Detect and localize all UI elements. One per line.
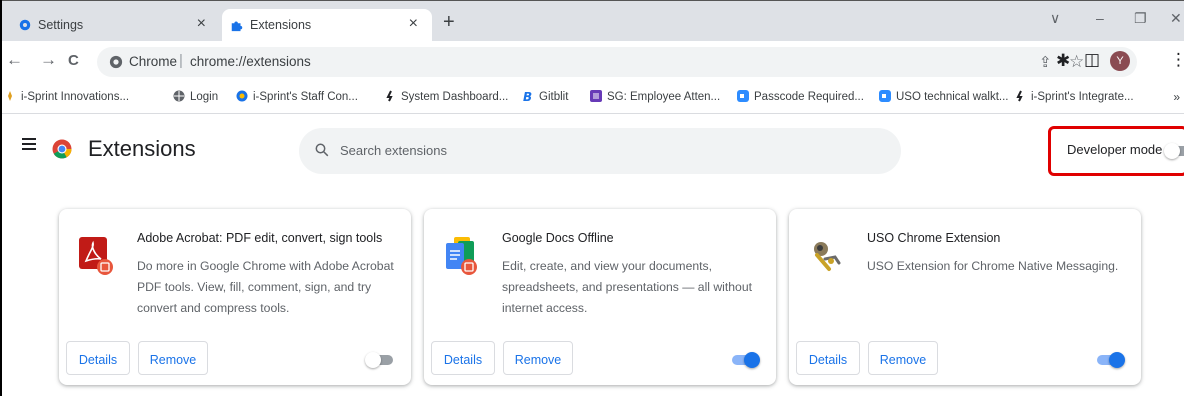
bookmark-label: i-Sprint's Integrate... [1031, 91, 1134, 103]
minimize-button[interactable]: – [1096, 10, 1104, 26]
bookmark-gitblit[interactable]: B Gitblit [522, 90, 568, 103]
extension-name: USO Chrome Extension [867, 231, 1001, 245]
developer-mode-highlight: Developer mode [1048, 126, 1184, 176]
window-left-border [0, 0, 2, 396]
extension-name: Google Docs Offline [502, 231, 614, 245]
tab-extensions[interactable]: Extensions × [222, 9, 432, 41]
search-icon [315, 143, 329, 157]
tab-search-icon[interactable]: ∨ [1050, 10, 1060, 27]
jira-runner-icon [1016, 90, 1023, 102]
gitblit-icon: B [523, 90, 532, 102]
globe-icon [173, 90, 185, 102]
details-button[interactable]: Details [66, 341, 130, 375]
tab-strip: Settings × Extensions × + ∨ – ❐ ✕ [2, 1, 1184, 41]
extension-enable-toggle[interactable] [1095, 352, 1125, 368]
extension-description: USO Extension for Chrome Native Messagin… [867, 259, 1119, 273]
chrome-logo-icon [52, 139, 72, 159]
svg-text:B: B [523, 90, 532, 102]
acrobat-icon [79, 237, 113, 275]
bookmark-login[interactable]: Login [173, 90, 218, 103]
zoom-icon [737, 90, 749, 102]
remove-button[interactable]: Remove [138, 341, 208, 375]
new-tab-button[interactable]: + [443, 12, 455, 32]
profile-avatar[interactable]: Y [1110, 51, 1130, 71]
address-bar[interactable]: Chrome | chrome://extensions ⇪ ☆ [97, 47, 1137, 77]
share-icon[interactable]: ⇪ [1039, 53, 1052, 71]
bookmark-label: Passcode Required... [754, 91, 864, 103]
page-title: Extensions [88, 136, 196, 161]
search-extensions-input[interactable]: Search extensions [299, 128, 901, 174]
bookmark-passcode-required[interactable]: Passcode Required... [737, 90, 864, 103]
bookmark-staff-con[interactable]: i-Sprint's Staff Con... [236, 90, 358, 103]
browser-toolbar: ← → C Chrome | chrome://extensions ⇪ ☆ ✱… [2, 41, 1184, 83]
extensions-header: Extensions Search extensions Developer m… [2, 114, 1184, 192]
bookmark-label: i-Sprint Innovations... [21, 91, 130, 103]
extension-description: Edit, create, and view your documents, s… [502, 259, 752, 315]
chrome-menu-icon[interactable]: ⋮ [1170, 50, 1184, 70]
chrome-site-icon [109, 55, 123, 69]
close-window-button[interactable]: ✕ [1170, 10, 1182, 27]
extension-enable-toggle[interactable] [365, 352, 395, 368]
back-button[interactable]: ← [6, 50, 23, 70]
hamburger-menu-icon[interactable] [22, 138, 36, 153]
bookmark-isprint-innovations[interactable]: i-Sprint Innovations... [4, 90, 129, 103]
extension-description: Do more in Google Chrome with Adobe Acro… [137, 259, 394, 315]
extensions-puzzle-icon[interactable]: ✱ [1056, 51, 1070, 71]
tab-settings-close-icon[interactable]: × [197, 15, 206, 33]
address-site-label: Chrome [129, 54, 178, 69]
bookmark-employee-attendance[interactable]: SG: Employee Atten... [590, 90, 720, 103]
remove-button[interactable]: Remove [503, 341, 573, 375]
details-button[interactable]: Details [796, 341, 860, 375]
bookmark-label: System Dashboard... [401, 91, 509, 103]
puzzle-icon [231, 21, 243, 32]
details-button[interactable]: Details [431, 341, 495, 375]
address-separator: | [179, 52, 183, 69]
form-icon [590, 90, 602, 102]
restore-button[interactable]: ❐ [1134, 10, 1147, 27]
bookmark-label: Gitblit [539, 91, 569, 103]
uso-extension-icon [814, 242, 841, 271]
zoom-icon [879, 90, 891, 102]
bookmark-isprint-integrate[interactable]: i-Sprint's Integrate... [1014, 90, 1134, 103]
extension-name: Adobe Acrobat: PDF edit, convert, sign t… [137, 231, 383, 245]
bookmark-uso-technical-walkthrough[interactable]: USO technical walkt... [879, 90, 1008, 103]
extension-card-google-docs-offline: Google Docs Offline Edit, create, and vi… [424, 209, 776, 385]
bookmark-label: i-Sprint's Staff Con... [253, 91, 358, 103]
developer-mode-toggle[interactable] [1164, 143, 1184, 159]
extension-card-adobe-acrobat: Adobe Acrobat: PDF edit, convert, sign t… [59, 209, 411, 385]
bookmark-system-dashboard[interactable]: System Dashboard... [384, 90, 508, 103]
extension-card-uso-chrome: USO Chrome Extension USO Extension for C… [789, 209, 1141, 385]
extension-enable-toggle[interactable] [730, 352, 760, 368]
bookmarks-bar: i-Sprint Innovations... Login i-Sprint's… [2, 83, 1184, 114]
reload-button[interactable]: C [68, 52, 79, 69]
tab-settings[interactable]: Settings × [10, 9, 220, 41]
tab-settings-title: Settings [38, 18, 84, 32]
search-placeholder: Search extensions [340, 143, 447, 158]
bookmark-label: USO technical walkt... [896, 91, 1009, 103]
bookmark-label: SG: Employee Atten... [607, 91, 721, 103]
docs-offline-icon [446, 237, 477, 275]
isprint-icon [8, 91, 12, 101]
gear-icon [19, 19, 31, 31]
forward-button[interactable]: → [40, 50, 57, 70]
remove-button[interactable]: Remove [868, 341, 938, 375]
jira-runner-icon [386, 90, 393, 102]
bookmarks-overflow-button[interactable]: » [1173, 90, 1180, 104]
address-url[interactable]: chrome://extensions [190, 54, 311, 69]
bookmark-label: Login [190, 91, 219, 103]
tab-extensions-close-icon[interactable]: × [409, 15, 418, 33]
bookmark-star-icon[interactable]: ☆ [1069, 52, 1084, 72]
staff-portal-icon [236, 90, 248, 102]
side-panel-icon[interactable]: ◫ [1084, 50, 1100, 70]
tab-extensions-title: Extensions [250, 18, 312, 32]
developer-mode-label: Developer mode [1067, 142, 1163, 157]
